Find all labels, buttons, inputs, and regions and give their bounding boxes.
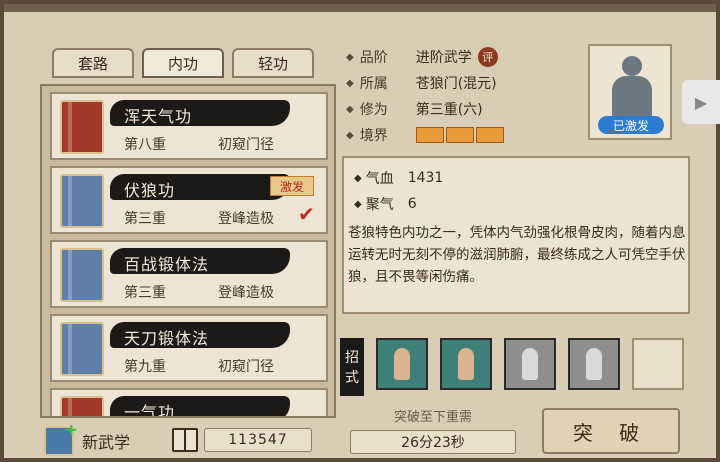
skill-name: 浑天气功: [124, 107, 193, 126]
move-slot-empty[interactable]: [632, 338, 684, 390]
plus-icon: +: [64, 420, 78, 439]
rank-value: 进阶武学: [415, 50, 472, 66]
move-slot-3[interactable]: [504, 338, 556, 390]
skill-name: 百战锻体法: [124, 255, 210, 274]
skill-card-5[interactable]: 一气功: [50, 388, 328, 418]
monk-body: [612, 76, 652, 120]
realm-label: 境界: [359, 128, 388, 144]
skill-card-3[interactable]: 百战锻体法 第三重 登峰造极: [50, 240, 328, 308]
skill-card-1[interactable]: 浑天气功 第八重 初窥门径: [50, 92, 328, 160]
book-icon: [60, 248, 104, 302]
play-arrow-icon[interactable]: ▶: [682, 80, 720, 124]
check-icon: ✔: [298, 202, 315, 226]
skill-level: 第三重: [124, 211, 166, 227]
breakthrough-button[interactable]: 突 破: [542, 408, 680, 454]
book-icon: [60, 396, 104, 416]
skill-name: 一气功: [124, 403, 176, 418]
figure-icon: [394, 348, 410, 380]
skill-level: 第八重: [124, 137, 166, 153]
hp-value: 1431: [407, 170, 444, 186]
tab-routines[interactable]: 套路: [52, 48, 134, 78]
activated-badge: 激发: [270, 176, 314, 196]
diamond-icon: ◆: [346, 51, 354, 63]
sect-row: ◆ 所属 苍狼门(混元): [346, 70, 506, 96]
game-window: 套路 内功 轻功 浑天气功 第八重 初窥门径 伏狼功 激发 第三重 登峰造极 ✔…: [0, 0, 720, 462]
qi-value: 6: [407, 196, 417, 212]
moves-label: 招 式: [340, 338, 364, 396]
book-icon: [60, 100, 104, 154]
skill-stage: 登峰造极: [218, 211, 274, 227]
diamond-icon: ◆: [354, 172, 362, 184]
sect-label: 所属: [359, 76, 388, 92]
breakthrough-timer: 26分23秒: [350, 430, 516, 454]
tab-internal[interactable]: 内功: [142, 48, 224, 78]
qi-stat: ◆ 聚气 6: [354, 194, 417, 214]
skill-name: 天刀锻体法: [124, 329, 210, 348]
realm-row: ◆ 境界: [346, 122, 506, 148]
diamond-icon: ◆: [346, 129, 354, 141]
rank-label: 品阶: [359, 50, 388, 66]
book-icon: [60, 174, 104, 228]
realm-segment: [445, 127, 474, 143]
skill-stage: 登峰造极: [218, 285, 274, 301]
character-portrait[interactable]: 已激发: [588, 44, 672, 140]
skill-details: ◆ 品阶 进阶武学 评 ◆ 所属 苍狼门(混元) ◆ 修为 第三重(六) ◆ 境…: [346, 44, 506, 148]
moves-label-bottom: 式: [345, 370, 359, 386]
hp-label: 气血: [365, 171, 394, 187]
figure-icon: [522, 348, 538, 380]
move-slot-2[interactable]: [440, 338, 492, 390]
tab-lightness[interactable]: 轻功: [232, 48, 314, 78]
hp-stat: ◆ 气血 1431: [354, 168, 443, 188]
moves-label-top: 招: [345, 350, 359, 366]
open-book-icon: [172, 428, 198, 452]
new-skill-button[interactable]: + 新武学: [44, 420, 131, 456]
realm-segment: [415, 127, 444, 143]
skill-level: 第九重: [124, 359, 166, 375]
skill-stage: 初窥门径: [218, 137, 274, 153]
resource-count: 113547: [204, 428, 312, 452]
figure-icon: [458, 348, 474, 380]
breakthrough-label: 突破至下重需: [393, 410, 472, 425]
skill-category-tabs: 套路 内功 轻功: [52, 48, 314, 78]
realm-segment: [475, 127, 504, 143]
rank-row: ◆ 品阶 进阶武学 评: [346, 44, 506, 70]
figure-icon: [586, 348, 602, 380]
cultivation-row: ◆ 修为 第三重(六): [346, 96, 506, 122]
sect-value: 苍狼门(混元): [415, 76, 497, 92]
skill-description: 苍狼特色内功之一，凭体内气劲强化根骨皮肉，随着内息运转无时无刻不停的滋润肺腑，最…: [348, 225, 686, 285]
skill-name: 伏狼功: [124, 181, 176, 200]
skill-list[interactable]: 浑天气功 第八重 初窥门径 伏狼功 激发 第三重 登峰造极 ✔ 百战锻体法 第三…: [40, 84, 336, 418]
diamond-icon: ◆: [346, 103, 354, 115]
move-slot-1[interactable]: [376, 338, 428, 390]
evaluate-button[interactable]: 评: [477, 47, 498, 67]
skill-card-2[interactable]: 伏狼功 激发 第三重 登峰造极 ✔: [50, 166, 328, 234]
description-panel: ◆ 气血 1431 ◆ 聚气 6 苍狼特色内功之一，凭体内气劲强化根骨皮肉，随着…: [342, 156, 690, 314]
book-icon: [60, 322, 104, 376]
skill-card-4[interactable]: 天刀锻体法 第九重 初窥门径: [50, 314, 328, 382]
diamond-icon: ◆: [346, 77, 354, 89]
move-slot-4[interactable]: [568, 338, 620, 390]
skill-stage: 初窥门径: [218, 359, 274, 375]
cultivation-value: 第三重(六): [415, 102, 483, 118]
diamond-icon: ◆: [354, 198, 362, 210]
status-badge: 已激发: [598, 116, 664, 134]
new-skill-label: 新武学: [82, 433, 131, 452]
monk-head: [622, 56, 642, 76]
skill-level: 第三重: [124, 285, 166, 301]
book-plus-icon: +: [44, 420, 78, 456]
qi-label: 聚气: [365, 197, 394, 213]
cultivation-label: 修为: [359, 102, 388, 118]
resource-counter: 113547: [172, 428, 312, 452]
